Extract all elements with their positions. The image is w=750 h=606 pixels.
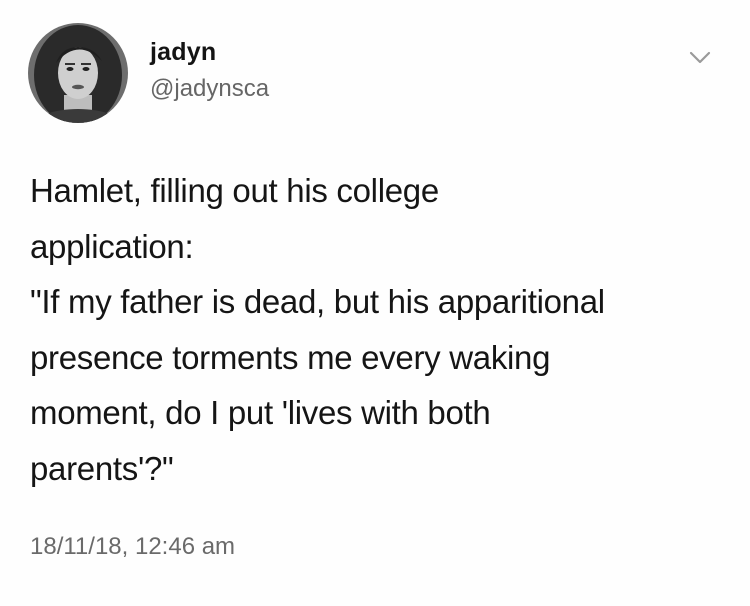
tweet-timestamp[interactable]: 18/11/18, 12:46 am (30, 533, 235, 561)
user-handle[interactable]: @jadynsca (150, 75, 269, 103)
tweet-text: Hamlet, filling out his college applicat… (30, 172, 605, 487)
chevron-down-icon[interactable] (688, 50, 712, 66)
avatar[interactable] (28, 23, 128, 123)
display-name[interactable]: jadyn (150, 38, 216, 67)
tweet-card: jadyn @jadynsca Hamlet, filling out his … (0, 0, 750, 606)
